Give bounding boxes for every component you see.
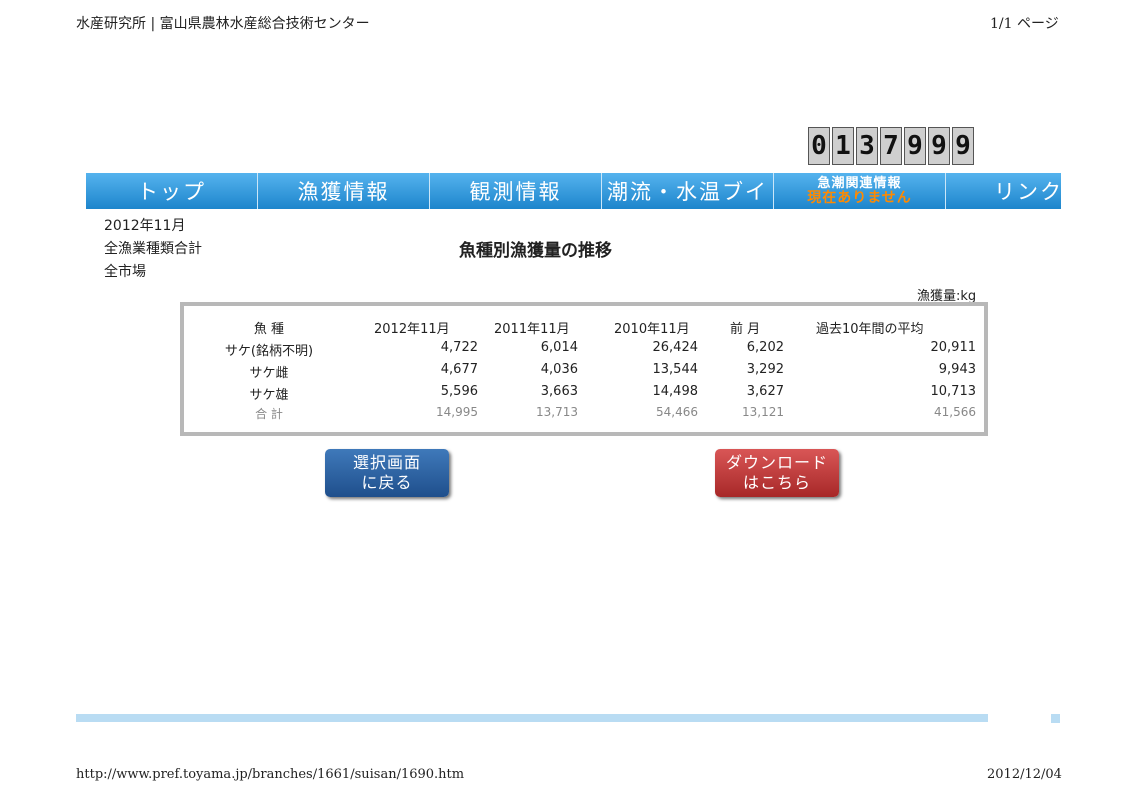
table-header: 前 月 bbox=[730, 322, 761, 337]
table-total-label: 合 計 bbox=[255, 407, 283, 421]
emergency-status: 現在ありません bbox=[807, 190, 912, 206]
table-header: 過去10年間の平均 bbox=[816, 322, 924, 337]
table-cell: 26,424 bbox=[652, 340, 699, 355]
table-cell: 5,596 bbox=[440, 384, 478, 399]
counter-digit: 9 bbox=[904, 127, 926, 165]
main-nav: トップ 漁獲情報 観測情報 潮流・水温ブイ 急潮関連情報 現在ありません リンク bbox=[86, 173, 1061, 209]
counter-digit: 9 bbox=[952, 127, 974, 165]
table-cell: 10,713 bbox=[930, 384, 977, 399]
back-button-line1: 選択画面 bbox=[352, 453, 421, 472]
catch-table: 魚 種 2012年11月 2011年11月 2010年11月 前 月 過去10年… bbox=[180, 302, 988, 436]
table-cell: 14,498 bbox=[652, 384, 699, 399]
download-button[interactable]: ダウンロード はこちら bbox=[715, 449, 839, 497]
table-header: 2011年11月 bbox=[494, 322, 570, 337]
nav-current-buoy[interactable]: 潮流・水温ブイ bbox=[602, 173, 774, 209]
meta-date: 2012年11月 bbox=[104, 218, 186, 234]
counter-digit: 1 bbox=[832, 127, 854, 165]
nav-observation-info[interactable]: 観測情報 bbox=[430, 173, 602, 209]
back-button-line2: に戻る bbox=[361, 473, 413, 492]
table-header: 魚 種 bbox=[253, 322, 285, 337]
table-cell: 4,722 bbox=[440, 340, 478, 355]
footer-divider-end bbox=[1051, 714, 1060, 723]
meta-market: 全市場 bbox=[104, 264, 146, 280]
table-cell: 9,943 bbox=[938, 362, 976, 377]
footer-url: http://www.pref.toyama.jp/branches/1661/… bbox=[76, 767, 465, 782]
table-cell: 13,544 bbox=[652, 362, 699, 377]
table-cell-species: サケ雄 bbox=[249, 388, 289, 403]
counter-digit: 3 bbox=[856, 127, 878, 165]
table-cell: 20,911 bbox=[930, 340, 977, 355]
table-cell-species: サケ(銘柄不明) bbox=[224, 344, 314, 359]
access-counter: 0 1 3 7 9 9 9 bbox=[808, 127, 974, 165]
table-cell: 4,677 bbox=[440, 362, 478, 377]
table-cell-species: サケ雌 bbox=[249, 366, 289, 381]
emergency-title: 急潮関連情報 bbox=[817, 176, 902, 191]
download-button-line1: ダウンロード bbox=[725, 453, 828, 472]
download-button-line2: はこちら bbox=[742, 473, 811, 492]
nav-top[interactable]: トップ bbox=[86, 173, 258, 209]
print-header-page: 1/1 ページ bbox=[990, 16, 1059, 32]
footer-divider bbox=[76, 714, 988, 722]
nav-links[interactable]: リンク bbox=[946, 173, 1061, 209]
page-title: 魚種別漁獲量の推移 bbox=[459, 241, 612, 261]
table-total-cell: 13,121 bbox=[742, 405, 784, 419]
table-header: 2010年11月 bbox=[614, 322, 690, 337]
print-header-title: 水産研究所 | 富山県農林水産総合技術センター bbox=[76, 16, 370, 32]
counter-digit: 9 bbox=[928, 127, 950, 165]
nav-emergency-current[interactable]: 急潮関連情報 現在ありません bbox=[774, 173, 946, 209]
table-cell: 3,292 bbox=[746, 362, 784, 377]
nav-catch-info[interactable]: 漁獲情報 bbox=[258, 173, 430, 209]
table-total-cell: 13,713 bbox=[536, 405, 578, 419]
table-cell: 6,202 bbox=[746, 340, 784, 355]
back-to-selection-button[interactable]: 選択画面 に戻る bbox=[325, 449, 449, 497]
table-cell: 3,663 bbox=[540, 384, 578, 399]
counter-digit: 0 bbox=[808, 127, 830, 165]
table-total-cell: 41,566 bbox=[934, 405, 976, 419]
query-meta: 2012年11月 全漁業種類合計 全市場 bbox=[104, 215, 202, 284]
counter-digit: 7 bbox=[880, 127, 902, 165]
table-cell: 4,036 bbox=[540, 362, 578, 377]
table-cell: 6,014 bbox=[540, 340, 578, 355]
footer-date: 2012/12/04 bbox=[987, 767, 1062, 782]
table-total-cell: 14,995 bbox=[436, 405, 478, 419]
table-cell: 3,627 bbox=[746, 384, 784, 399]
table-total-cell: 54,466 bbox=[656, 405, 698, 419]
table-header: 2012年11月 bbox=[374, 322, 450, 337]
meta-category: 全漁業種類合計 bbox=[104, 241, 202, 257]
